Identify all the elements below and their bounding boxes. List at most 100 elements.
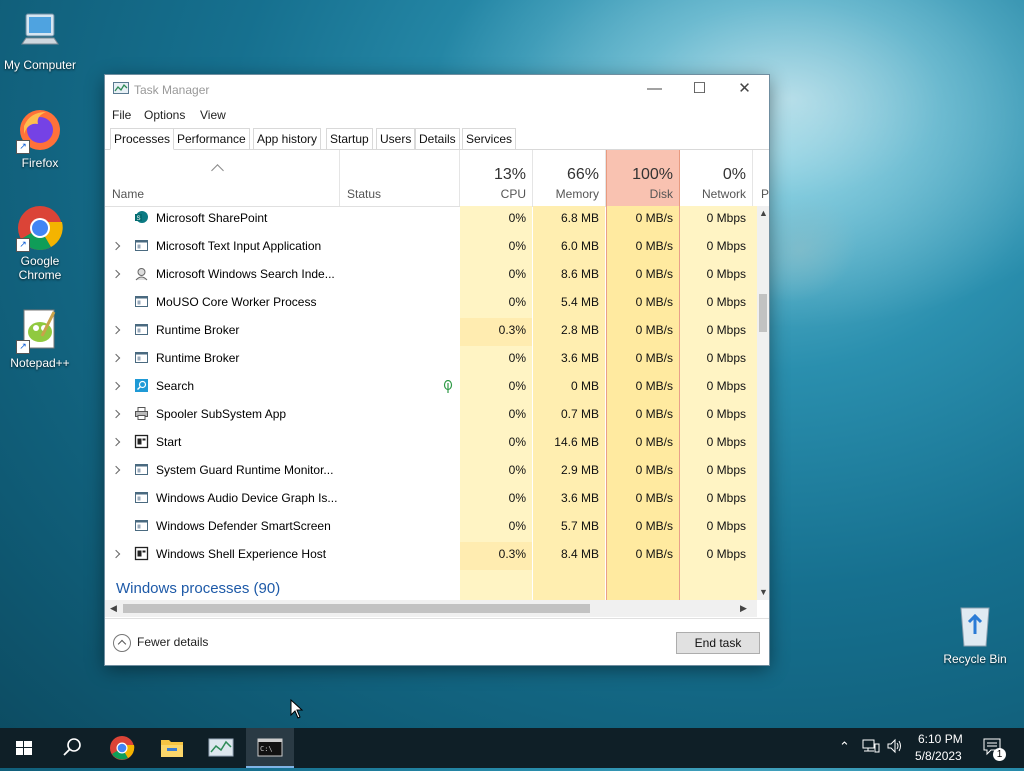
table-row[interactable]: S Microsoft SharePoint 0% 6.8 MB 0 MB/s 0 Mbp… [105,206,757,234]
scroll-up-arrow-icon[interactable]: ▲ [759,208,768,218]
clock-date[interactable]: 5/8/2023 [915,749,962,763]
table-row[interactable]: Windows Shell Experience Host 0.3% 8.4 MB 0… [105,542,757,570]
table-row[interactable]: System Guard Runtime Monitor... 0% 2.9 MB 0… [105,458,757,486]
fewer-details-link[interactable]: Fewer details [113,634,208,652]
tab-performance[interactable]: Performance [173,128,250,149]
column-header-status[interactable]: Status [340,150,460,206]
desktop-icon-label: Recycle Bin [943,652,1007,666]
taskbar-chrome[interactable] [98,728,146,768]
menu-view[interactable]: View [200,108,226,122]
collapse-chevron-icon [113,634,131,652]
desktop-icon-label: Google Chrome [18,254,62,282]
table-row[interactable]: Search 0% 0 MB 0 MB/s 0 Mbps [105,374,757,402]
expand-chevron-icon[interactable] [111,465,121,475]
column-label-cpu: CPU [500,187,526,201]
chrome-icon: ↗ [16,204,64,252]
expand-chevron-icon[interactable] [111,381,121,391]
desktop-icon-notepadpp[interactable]: ↗ Notepad++ [0,306,80,370]
title-bar[interactable]: Task Manager — ☐ ✕ [105,75,769,105]
search-indexer-icon [134,266,149,281]
table-row[interactable]: Runtime Broker 0.3% 2.8 MB 0 MB/s 0 Mbps [105,318,757,346]
network-cell: 0 Mbps [706,379,746,393]
taskbar-task-manager[interactable] [197,728,245,768]
clock-time[interactable]: 6:10 PM [918,732,963,746]
desktop-icon-my-computer[interactable]: My Computer [0,8,80,72]
vertical-scrollbar[interactable]: ▲ ▼ [757,206,769,600]
expand-chevron-icon[interactable] [111,437,121,447]
expand-chevron-icon[interactable] [111,269,121,279]
maximize-button[interactable]: ☐ [677,75,722,105]
process-name: Start [156,435,182,449]
network-icon[interactable] [862,738,880,757]
windows-processes-group-header[interactable]: Windows processes (90) [116,580,280,597]
close-button[interactable]: ✕ [722,75,767,105]
desktop-icon-firefox[interactable]: ↗ Firefox [0,106,80,170]
memory-cell: 6.0 MB [560,239,599,253]
table-row[interactable]: Spooler SubSystem App 0% 0.7 MB 0 MB/s 0 Mbp… [105,402,757,430]
tab-details[interactable]: Details [415,128,460,149]
cpu-cell: 0% [508,295,526,309]
disk-cell: 0 MB/s [635,379,673,393]
start-button[interactable] [0,728,48,768]
app-window-icon [134,518,149,533]
column-header-cpu[interactable]: 13% CPU [460,150,533,206]
search-icon [63,738,81,756]
scroll-right-arrow-icon[interactable]: ▶ [740,603,747,614]
expand-chevron-icon[interactable] [111,325,121,335]
taskbar-terminal[interactable]: C:\ [246,728,294,768]
volume-icon[interactable] [886,738,904,757]
horizontal-scroll-thumb[interactable] [123,604,590,613]
tab-users[interactable]: Users [376,128,416,149]
column-header-power[interactable]: P [753,150,769,206]
memory-cell: 3.6 MB [560,351,599,365]
start-app-icon [134,546,149,561]
recycle-bin-icon [951,602,999,650]
tab-processes[interactable]: Processes [110,128,175,150]
desktop-icon-recycle-bin[interactable]: Recycle Bin [935,602,1015,666]
disk-cell: 0 MB/s [635,519,673,533]
table-row[interactable]: MoUSO Core Worker Process 0% 5.4 MB 0 MB/s 0… [105,290,757,318]
menu-options[interactable]: Options [144,108,185,122]
menu-file[interactable]: File [112,108,131,122]
column-header-network[interactable]: 0% Network [680,150,753,206]
table-row[interactable]: Windows Audio Device Graph Is... 0% 3.6 MB… [105,486,757,514]
taskbar-file-explorer[interactable] [148,728,196,768]
horizontal-scrollbar[interactable]: ◀ ▶ [105,600,757,617]
table-row[interactable]: Start 0% 14.6 MB 0 MB/s 0 Mbps [105,430,757,458]
search-button[interactable] [48,728,96,768]
column-header-memory[interactable]: 66% Memory [533,150,606,206]
column-label-memory: Memory [555,187,599,201]
expand-chevron-icon[interactable] [111,353,121,363]
scroll-down-arrow-icon[interactable]: ▼ [759,587,768,597]
show-hidden-icons-chevron[interactable]: ⌃ [839,739,850,755]
process-name: Windows Defender SmartScreen [156,519,331,533]
expand-chevron-icon[interactable] [111,549,121,559]
end-task-button[interactable]: End task [676,632,760,654]
scroll-left-arrow-icon[interactable]: ◀ [110,603,117,614]
tab-services[interactable]: Services [462,128,517,149]
network-cell: 0 Mbps [706,463,746,477]
expand-chevron-icon[interactable] [111,409,121,419]
table-row[interactable]: Windows Defender SmartScreen 0% 5.7 MB 0 MB… [105,514,757,542]
shortcut-arrow-icon: ↗ [16,238,30,252]
svg-text:C:\: C:\ [260,745,273,753]
tab-startup[interactable]: Startup [326,128,373,149]
column-header-name[interactable]: Name [105,150,340,206]
cpu-cell: 0.3% [460,542,532,570]
minimize-button[interactable]: — [632,75,677,105]
column-header-disk[interactable]: 100% Disk [606,150,680,206]
table-row[interactable]: Microsoft Text Input Application 0% 6.0 MB… [105,234,757,262]
process-name: Spooler SubSystem App [156,407,287,421]
column-label-status: Status [347,187,382,201]
table-row[interactable]: Microsoft Windows Search Inde... 0% 8.6 MB… [105,262,757,290]
table-row[interactable]: Runtime Broker 0% 3.6 MB 0 MB/s 0 Mbps [105,346,757,374]
expand-chevron-icon[interactable] [111,241,121,251]
vertical-scroll-thumb[interactable] [759,294,767,332]
memory-cell: 3.6 MB [560,491,599,505]
process-name: System Guard Runtime Monitor... [156,463,334,477]
sort-up-icon [211,164,224,177]
tab-app-history[interactable]: App history [253,128,322,149]
task-manager-icon [208,738,234,757]
desktop-icon-chrome[interactable]: ↗ Google Chrome [0,204,80,282]
file-explorer-icon [161,740,183,757]
